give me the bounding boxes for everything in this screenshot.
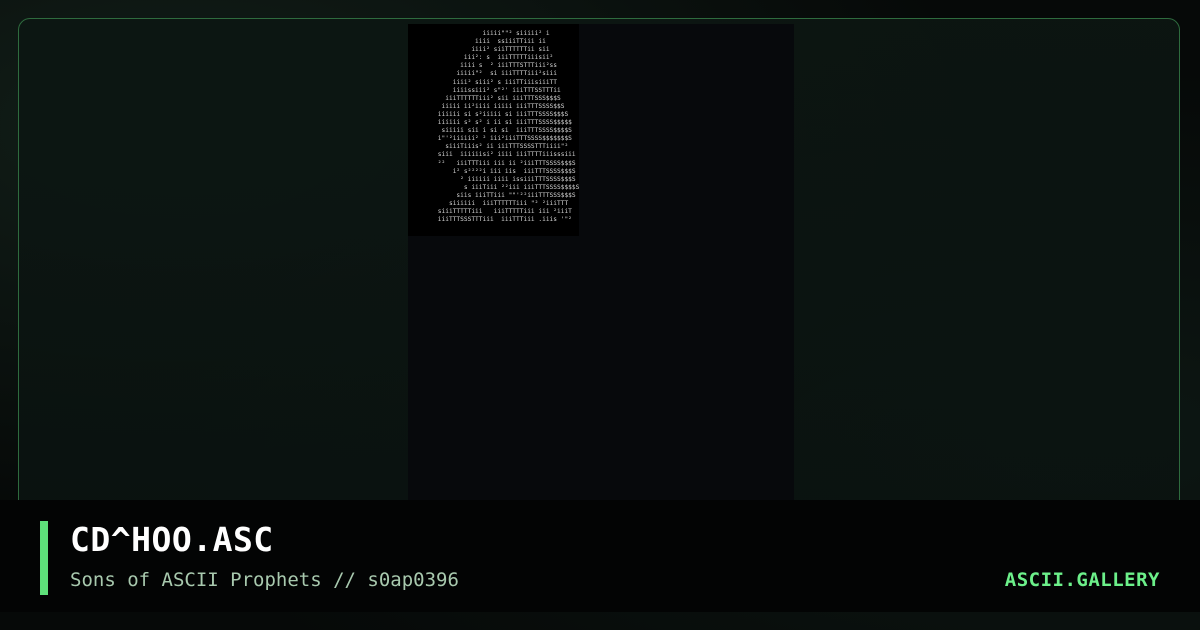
footer-bar: CD^HOO.ASC Sons of ASCII Prophets // s0a… <box>0 500 1200 612</box>
ascii-art-text: iiiii""² siiiii² i iiii ssiiiTTiii ii ii… <box>437 30 579 224</box>
artwork-column: iiiii""² siiiii² i iiii ssiiiTTiii ii ii… <box>408 24 794 504</box>
artwork-subtitle: Sons of ASCII Prophets // s0ap0396 <box>70 569 459 591</box>
accent-bar <box>40 521 48 595</box>
ascii-artwork: iiiii""² siiiii² i iiii ssiiiTTiii ii ii… <box>408 24 579 236</box>
site-brand-link[interactable]: ASCII.GALLERY <box>1005 569 1160 591</box>
artwork-title: CD^HOO.ASC <box>70 520 274 559</box>
